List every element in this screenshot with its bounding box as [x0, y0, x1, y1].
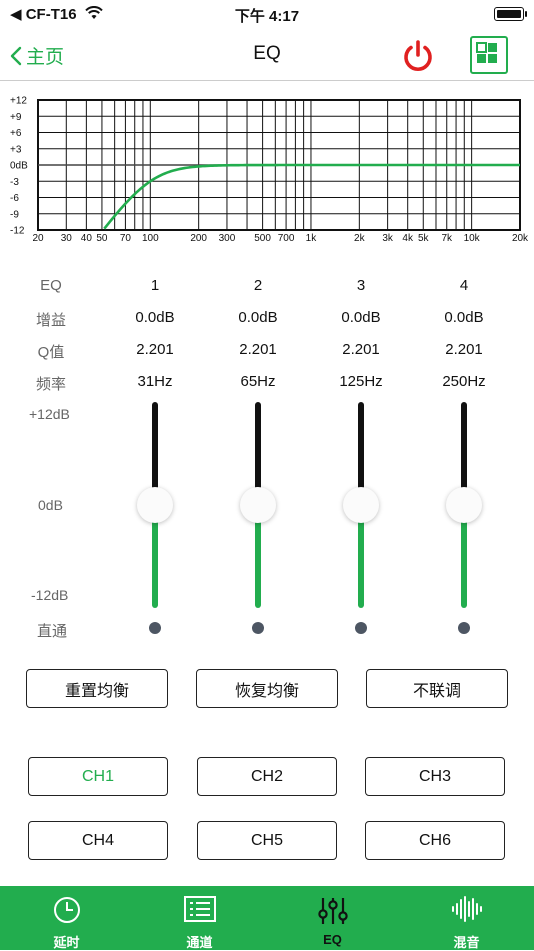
bypass-dot[interactable]: [252, 622, 264, 634]
slider-knob[interactable]: [343, 487, 379, 523]
x-tick-label: 2k: [354, 233, 366, 244]
clock-icon: [53, 897, 80, 923]
q-value[interactable]: 2.201: [445, 341, 483, 358]
x-tick-label: 3k: [382, 233, 394, 244]
status-bar: ◀ CF-T16 下午 4:17: [0, 0, 534, 30]
list-icon: [183, 896, 216, 922]
channel-button-ch6[interactable]: CH6: [365, 821, 505, 860]
x-tick-label: 4k: [402, 233, 414, 244]
x-tick-label: 7k: [441, 233, 453, 244]
gain-value[interactable]: 0.0dB: [444, 309, 483, 326]
q-value[interactable]: 2.201: [136, 341, 174, 358]
tab-eq[interactable]: EQ: [266, 886, 399, 950]
x-tick-label: 50: [96, 233, 108, 244]
channel-button-ch2[interactable]: CH2: [197, 757, 337, 796]
gain-row: 增益 0.0dB 0.0dB 0.0dB 0.0dB: [0, 309, 534, 333]
y-tick-label: +12: [10, 96, 27, 107]
channel-button-ch1[interactable]: CH1: [28, 757, 168, 796]
x-tick-label: 700: [278, 233, 295, 244]
tab-label: 通道: [186, 935, 213, 950]
tab-label: 混音: [453, 935, 480, 950]
band-number: 2: [253, 277, 263, 294]
unlink-button[interactable]: 不联调: [366, 669, 508, 708]
x-tick-label: 20k: [512, 233, 529, 244]
band-number: 4: [459, 277, 469, 294]
bypass-dot[interactable]: [149, 622, 161, 634]
waveform-icon: [451, 896, 482, 922]
x-tick-label: 70: [120, 233, 132, 244]
sliders-icon: [317, 898, 348, 924]
q-label: Q值: [37, 344, 65, 361]
x-tick-label: 20: [32, 233, 44, 244]
slider-knob[interactable]: [137, 487, 173, 523]
frequency-value[interactable]: 65Hz: [240, 373, 275, 390]
channel-button-ch5[interactable]: CH5: [197, 821, 337, 860]
x-tick-label: 200: [190, 233, 207, 244]
gain-value[interactable]: 0.0dB: [135, 309, 174, 326]
eq-header-label: EQ: [40, 277, 62, 294]
x-tick-label: 40: [81, 233, 93, 244]
gain-label: 增益: [35, 312, 67, 329]
restore-eq-button[interactable]: 恢复均衡: [196, 669, 338, 708]
reset-eq-button[interactable]: 重置均衡: [26, 669, 168, 708]
x-tick-label: 5k: [418, 233, 430, 244]
tab-delay[interactable]: 延时: [0, 886, 133, 950]
x-tick-label: 1k: [306, 233, 318, 244]
bypass-dot[interactable]: [458, 622, 470, 634]
x-tick-label: 100: [142, 233, 159, 244]
y-tick-label: -12: [10, 226, 25, 237]
slider-max-label: +12dB: [29, 406, 70, 422]
frequency-row: 频率 31Hz 65Hz 125Hz 250Hz: [0, 373, 534, 397]
bypass-label: 直通: [37, 623, 68, 640]
q-value[interactable]: 2.201: [342, 341, 380, 358]
slider-mid-label: 0dB: [38, 497, 63, 513]
y-tick-label: -6: [10, 193, 19, 204]
eq-response-graph[interactable]: +12 +9 +6 +3 0dB -3 -6 -9 -12 20 30 40 50 70 100 200 300…: [0, 92, 534, 247]
tab-label: 延时: [53, 935, 80, 950]
eq-band-header-row: EQ 1 2 3 4: [0, 277, 534, 301]
tab-bar: 延时 通道 EQ 混音: [0, 886, 534, 950]
x-tick-label: 10k: [464, 233, 481, 244]
clock-time: 下午 4:17: [234, 8, 300, 25]
gain-value[interactable]: 0.0dB: [238, 309, 277, 326]
battery-icon: [494, 7, 527, 21]
grid-icon: [476, 42, 497, 63]
y-tick-label: +6: [10, 128, 22, 139]
tab-channel[interactable]: 通道: [133, 886, 266, 950]
q-row: Q值 2.201 2.201 2.201 2.201: [0, 341, 534, 365]
preset-grid-button[interactable]: [470, 36, 508, 74]
x-tick-label: 300: [219, 233, 236, 244]
frequency-label: 频率: [35, 376, 67, 393]
channel-button-ch3[interactable]: CH3: [365, 757, 505, 796]
nav-bar: 主页 EQ: [0, 30, 534, 81]
y-tick-label: +9: [10, 112, 22, 123]
q-value[interactable]: 2.201: [239, 341, 277, 358]
page-title: EQ: [253, 43, 281, 64]
y-tick-label: -3: [10, 177, 19, 188]
bypass-dot[interactable]: [355, 622, 367, 634]
x-tick-label: 30: [61, 233, 73, 244]
power-icon: [404, 40, 432, 71]
band-number: 3: [356, 277, 366, 294]
y-tick-label: 0dB: [10, 161, 28, 172]
slider-knob[interactable]: [240, 487, 276, 523]
band-number: 1: [150, 277, 160, 294]
gain-value[interactable]: 0.0dB: [341, 309, 380, 326]
power-button[interactable]: [400, 38, 436, 74]
x-tick-label: 500: [254, 233, 271, 244]
slider-knob[interactable]: [446, 487, 482, 523]
y-tick-label: -9: [10, 209, 19, 220]
tab-label: EQ: [323, 932, 342, 947]
channel-button-ch4[interactable]: CH4: [28, 821, 168, 860]
y-tick-label: +3: [10, 144, 22, 155]
tab-mixer[interactable]: 混音: [400, 886, 533, 950]
frequency-value[interactable]: 31Hz: [137, 373, 172, 390]
frequency-value[interactable]: 125Hz: [339, 373, 382, 390]
frequency-value[interactable]: 250Hz: [442, 373, 485, 390]
slider-min-label: -12dB: [31, 587, 69, 603]
